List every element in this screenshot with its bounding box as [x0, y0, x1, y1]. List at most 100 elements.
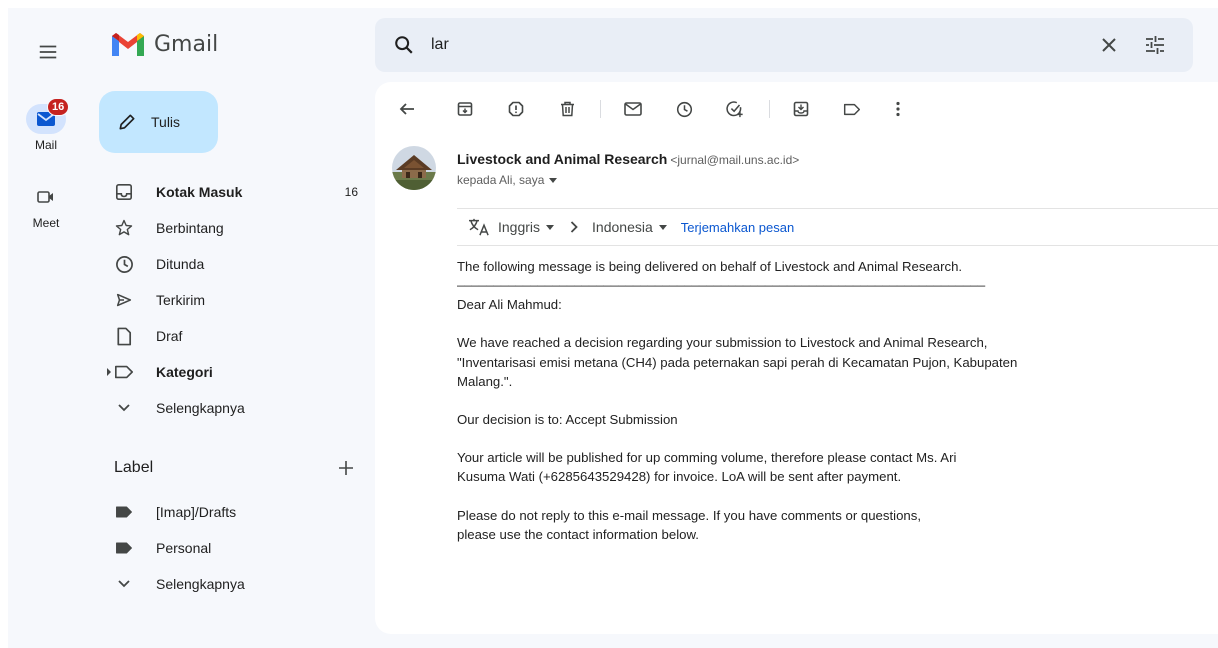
target-language-select[interactable]: Indonesia	[592, 219, 667, 235]
hamburger-menu-icon	[39, 45, 57, 59]
label-item-more[interactable]: Selengkapnya	[98, 566, 360, 602]
clock-icon	[115, 255, 133, 273]
body-paragraph-2: Our decision is to: Accept Submission	[457, 412, 678, 428]
compose-label: Tulis	[151, 114, 181, 130]
report-spam-button[interactable]	[504, 97, 528, 121]
add-label-button[interactable]	[336, 458, 356, 478]
archive-button[interactable]	[453, 97, 477, 121]
email-body: The following message is being delivered…	[457, 257, 1047, 544]
compose-button[interactable]: Tulis	[99, 91, 218, 153]
nav-item-drafts[interactable]: Draf	[98, 318, 360, 354]
video-camera-icon	[37, 191, 53, 203]
recipient-text: kepada Ali, saya	[457, 173, 545, 187]
gmail-m-icon	[112, 33, 144, 56]
clock-icon	[676, 101, 692, 117]
meet-pill	[26, 182, 66, 212]
star-icon	[115, 219, 133, 236]
label-filled-icon	[116, 506, 132, 518]
nav-item-snoozed[interactable]: Ditunda	[98, 246, 360, 282]
sender-email: <jurnal@mail.uns.ac.id>	[670, 153, 800, 167]
move-to-button[interactable]	[789, 97, 813, 121]
labels-button[interactable]	[840, 97, 864, 121]
mail-pill: 16	[26, 98, 70, 134]
send-icon	[116, 293, 132, 307]
envelope-icon	[624, 102, 642, 116]
search-icon[interactable]	[393, 34, 415, 56]
tune-icon	[1146, 36, 1164, 54]
archive-icon	[457, 102, 473, 116]
main-menu-button[interactable]	[28, 32, 68, 72]
body-rule: ________________________________________…	[457, 272, 986, 288]
search-options-button[interactable]	[1143, 33, 1167, 57]
mail-unread-badge: 16	[47, 98, 70, 116]
body-paragraph-1: We have reached a decision regarding you…	[457, 335, 1018, 389]
source-language: Inggris	[498, 219, 541, 235]
nav-label: Kategori	[156, 364, 213, 380]
translate-message-link[interactable]: Terjemahkan pesan	[681, 220, 794, 235]
file-icon	[117, 327, 132, 345]
add-to-tasks-button[interactable]	[723, 97, 747, 121]
nav-label: Berbintang	[156, 220, 224, 236]
back-button[interactable]	[395, 97, 419, 121]
label-item-personal[interactable]: Personal	[98, 530, 360, 566]
labels-header: Label	[98, 454, 360, 482]
sender-avatar[interactable]	[392, 146, 436, 190]
label-icon	[115, 365, 133, 379]
arrow-left-icon	[399, 103, 414, 115]
rail-meet[interactable]: Meet	[18, 182, 74, 230]
plus-icon	[339, 461, 353, 475]
chevron-down-icon	[118, 404, 130, 412]
body-rule-row: ________________________________________…	[457, 272, 1047, 295]
app-name: Gmail	[154, 31, 219, 57]
target-language: Indonesia	[592, 219, 653, 235]
sender-avatar-image	[392, 146, 436, 190]
email-toolbar	[375, 94, 1218, 124]
nav-label: Terkirim	[156, 292, 205, 308]
caret-down-icon	[658, 224, 667, 230]
nav-item-inbox[interactable]: Kotak Masuk 16	[98, 174, 360, 210]
snooze-button[interactable]	[672, 97, 696, 121]
nav-label: Draf	[156, 328, 183, 344]
label-item-imap-drafts[interactable]: [Imap]/Drafts	[98, 494, 360, 530]
search-input[interactable]	[431, 36, 1051, 54]
labels-title: Label	[114, 459, 154, 476]
nav-item-sent[interactable]: Terkirim	[98, 282, 360, 318]
inbox-count: 16	[344, 185, 358, 199]
gmail-app: Gmail 16 Mail Meet Tulis Kotak Masuk 16	[8, 8, 1218, 648]
toolbar-divider	[600, 100, 601, 118]
folder-nav: Kotak Masuk 16 Berbintang Ditunda Terkir…	[98, 174, 360, 426]
clear-search-button[interactable]	[1097, 33, 1121, 57]
recipient-details[interactable]: kepada Ali, saya	[457, 173, 558, 187]
pencil-icon	[119, 114, 135, 130]
close-icon	[1102, 38, 1116, 52]
chevron-right-icon	[570, 221, 578, 233]
delete-button[interactable]	[555, 97, 579, 121]
report-icon	[508, 101, 524, 117]
nav-label: Ditunda	[156, 256, 205, 272]
inbox-icon	[115, 183, 133, 201]
rail-meet-label: Meet	[32, 216, 60, 230]
sender-name[interactable]: Livestock and Animal Research	[457, 151, 667, 167]
nav-item-more[interactable]: Selengkapnya	[98, 390, 360, 426]
source-language-select[interactable]: Inggris	[498, 219, 555, 235]
more-vertical-icon	[896, 101, 900, 117]
nav-item-categories[interactable]: Kategori	[98, 354, 360, 390]
caret-down-icon	[546, 224, 555, 230]
label-name: Selengkapnya	[156, 576, 245, 592]
sender-line: Livestock and Animal Research <jurnal@mai…	[457, 151, 799, 167]
gmail-logo[interactable]: Gmail	[110, 30, 218, 58]
trash-icon	[560, 101, 574, 117]
add-task-icon	[726, 101, 743, 118]
more-options-button[interactable]	[886, 97, 910, 121]
move-to-icon	[793, 101, 809, 117]
rail-mail-label: Mail	[34, 138, 57, 152]
label-filled-icon	[116, 542, 132, 554]
label-name: Personal	[156, 540, 212, 556]
nav-label: Kotak Masuk	[156, 184, 243, 200]
translate-icon	[469, 218, 489, 236]
nav-label: Selengkapnya	[156, 400, 245, 416]
search-bar	[375, 18, 1193, 72]
mark-unread-button[interactable]	[621, 97, 645, 121]
nav-item-starred[interactable]: Berbintang	[98, 210, 360, 246]
rail-mail[interactable]: 16 Mail	[18, 98, 74, 152]
